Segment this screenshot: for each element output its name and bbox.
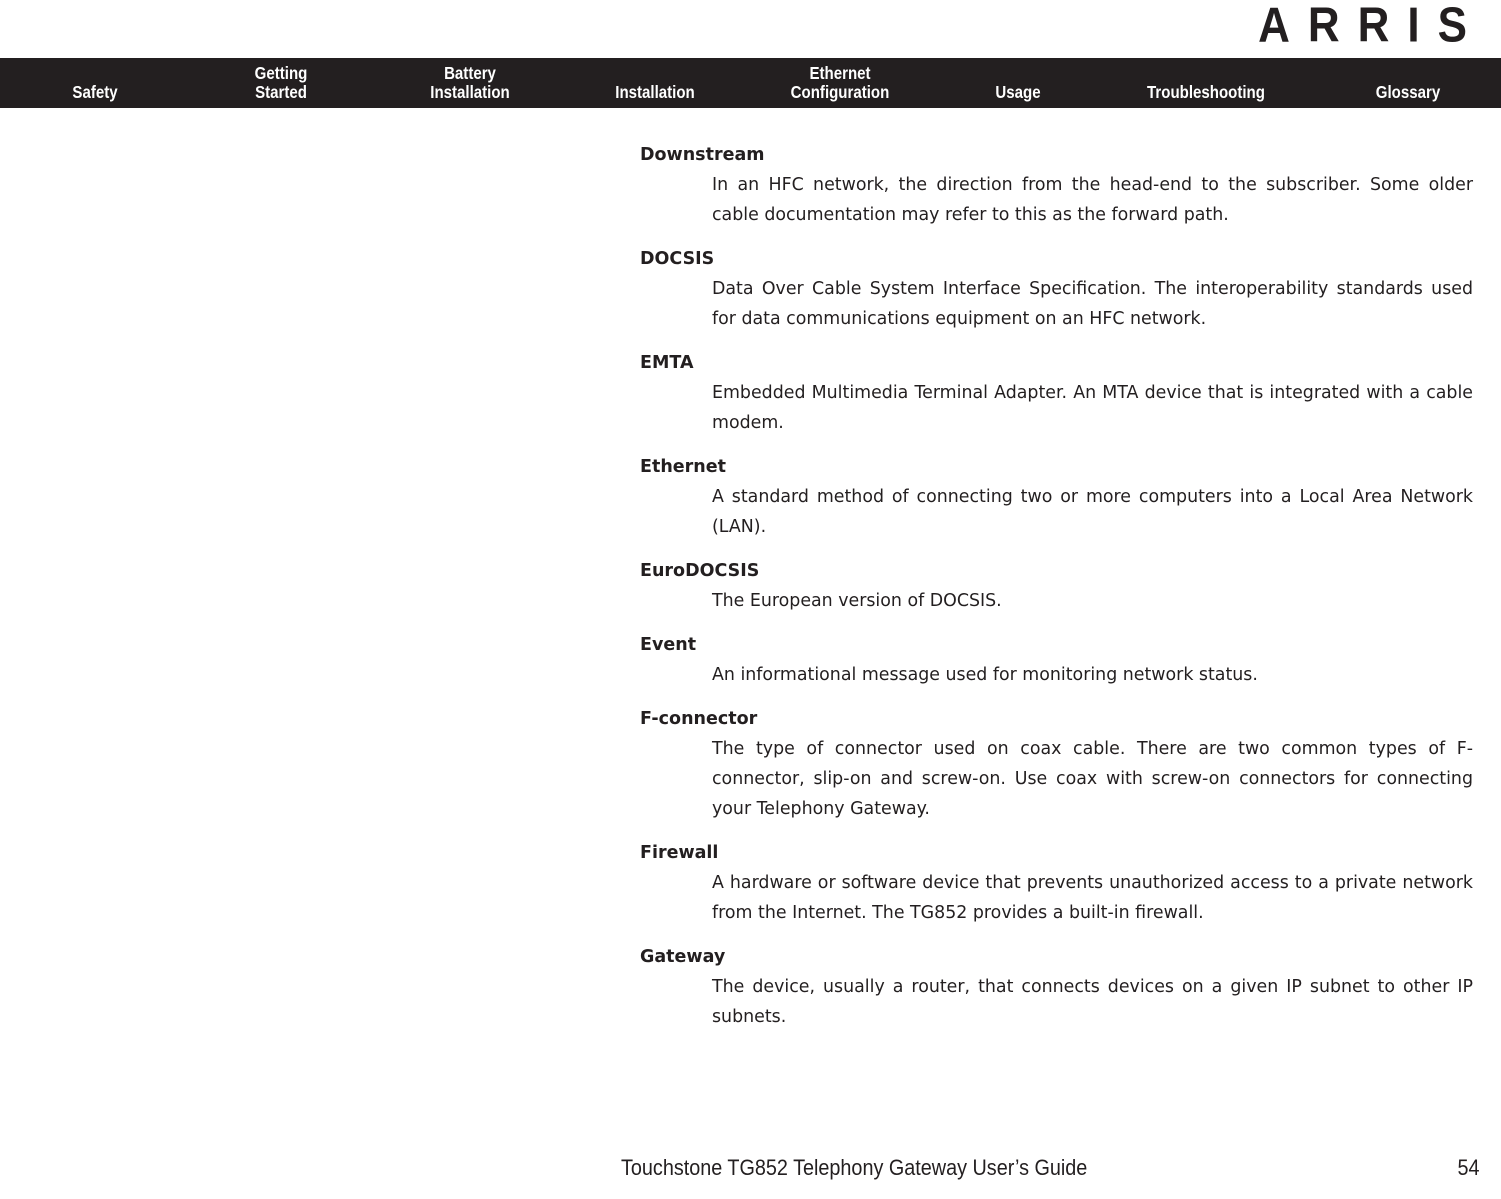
glossary-entry: DOCSIS Data Over Cable System Interface S… <box>640 244 1473 334</box>
glossary-term: F-connector <box>640 709 758 729</box>
glossary-term: Event <box>640 635 697 655</box>
glossary-term: Firewall <box>640 843 719 863</box>
glossary-definition: The European version of DOCSIS. <box>712 591 1002 611</box>
glossary-definition: The device, usually a router, that conne… <box>712 977 1473 1027</box>
glossary-entry: F-connector The type of connector used on… <box>640 704 1473 824</box>
page-footer: Touchstone TG852 Telephony Gateway User’… <box>0 1151 1501 1181</box>
nav-item-label: Battery <box>444 63 496 83</box>
glossary-definition: Data Over Cable System Interface Specifi… <box>712 279 1473 329</box>
arris-logo: ARRIS <box>1258 0 1485 53</box>
nav-item-label: Glossary <box>1375 82 1441 102</box>
nav-item-glossary[interactable]: Glossary <box>1279 83 1501 102</box>
masthead: ARRIS <box>0 0 1501 58</box>
glossary-definition: Embedded Multimedia Terminal Adapter. An… <box>712 383 1473 433</box>
glossary-term: EMTA <box>640 353 694 373</box>
glossary-entry: Gateway The device, usually a router, tha… <box>640 942 1473 1032</box>
glossary-term: EuroDOCSIS <box>640 561 760 581</box>
glossary-term: DOCSIS <box>640 249 715 269</box>
footer-page-number: 54 <box>1456 1155 1479 1180</box>
nav-item-label: Ethernet <box>809 63 871 83</box>
glossary-definition: A standard method of connecting two or m… <box>712 487 1473 537</box>
glossary-entry: EuroDOCSIS The European version of DOCSIS… <box>640 556 1473 616</box>
glossary-definition: In an HFC network, the direction from th… <box>712 175 1473 225</box>
glossary-term: Gateway <box>640 947 726 967</box>
glossary-entry: Downstream In an HFC network, the directi… <box>640 140 1473 230</box>
glossary-term: Ethernet <box>640 457 726 477</box>
glossary-entry: Event An informational message used for m… <box>640 630 1473 690</box>
glossary-entry: Firewall A hardware or software device th… <box>640 838 1473 928</box>
glossary-definition: An informational message used for monito… <box>712 665 1258 685</box>
chapter-navigation-bar: Safety Getting Started Battery Installation I… <box>0 58 1501 108</box>
glossary-definition: The type of connector used on coax cable… <box>712 739 1473 819</box>
footer-document-title: Touchstone TG852 Telephony Gateway User’… <box>621 1155 1088 1180</box>
glossary-content: Downstream In an HFC network, the directi… <box>640 140 1473 1046</box>
glossary-term: Downstream <box>640 145 765 165</box>
glossary-entry: EMTA Embedded Multimedia Terminal Adapter… <box>640 348 1473 438</box>
glossary-definition: A hardware or software device that preve… <box>712 873 1473 923</box>
glossary-entry: Ethernet A standard method of connecting … <box>640 452 1473 542</box>
